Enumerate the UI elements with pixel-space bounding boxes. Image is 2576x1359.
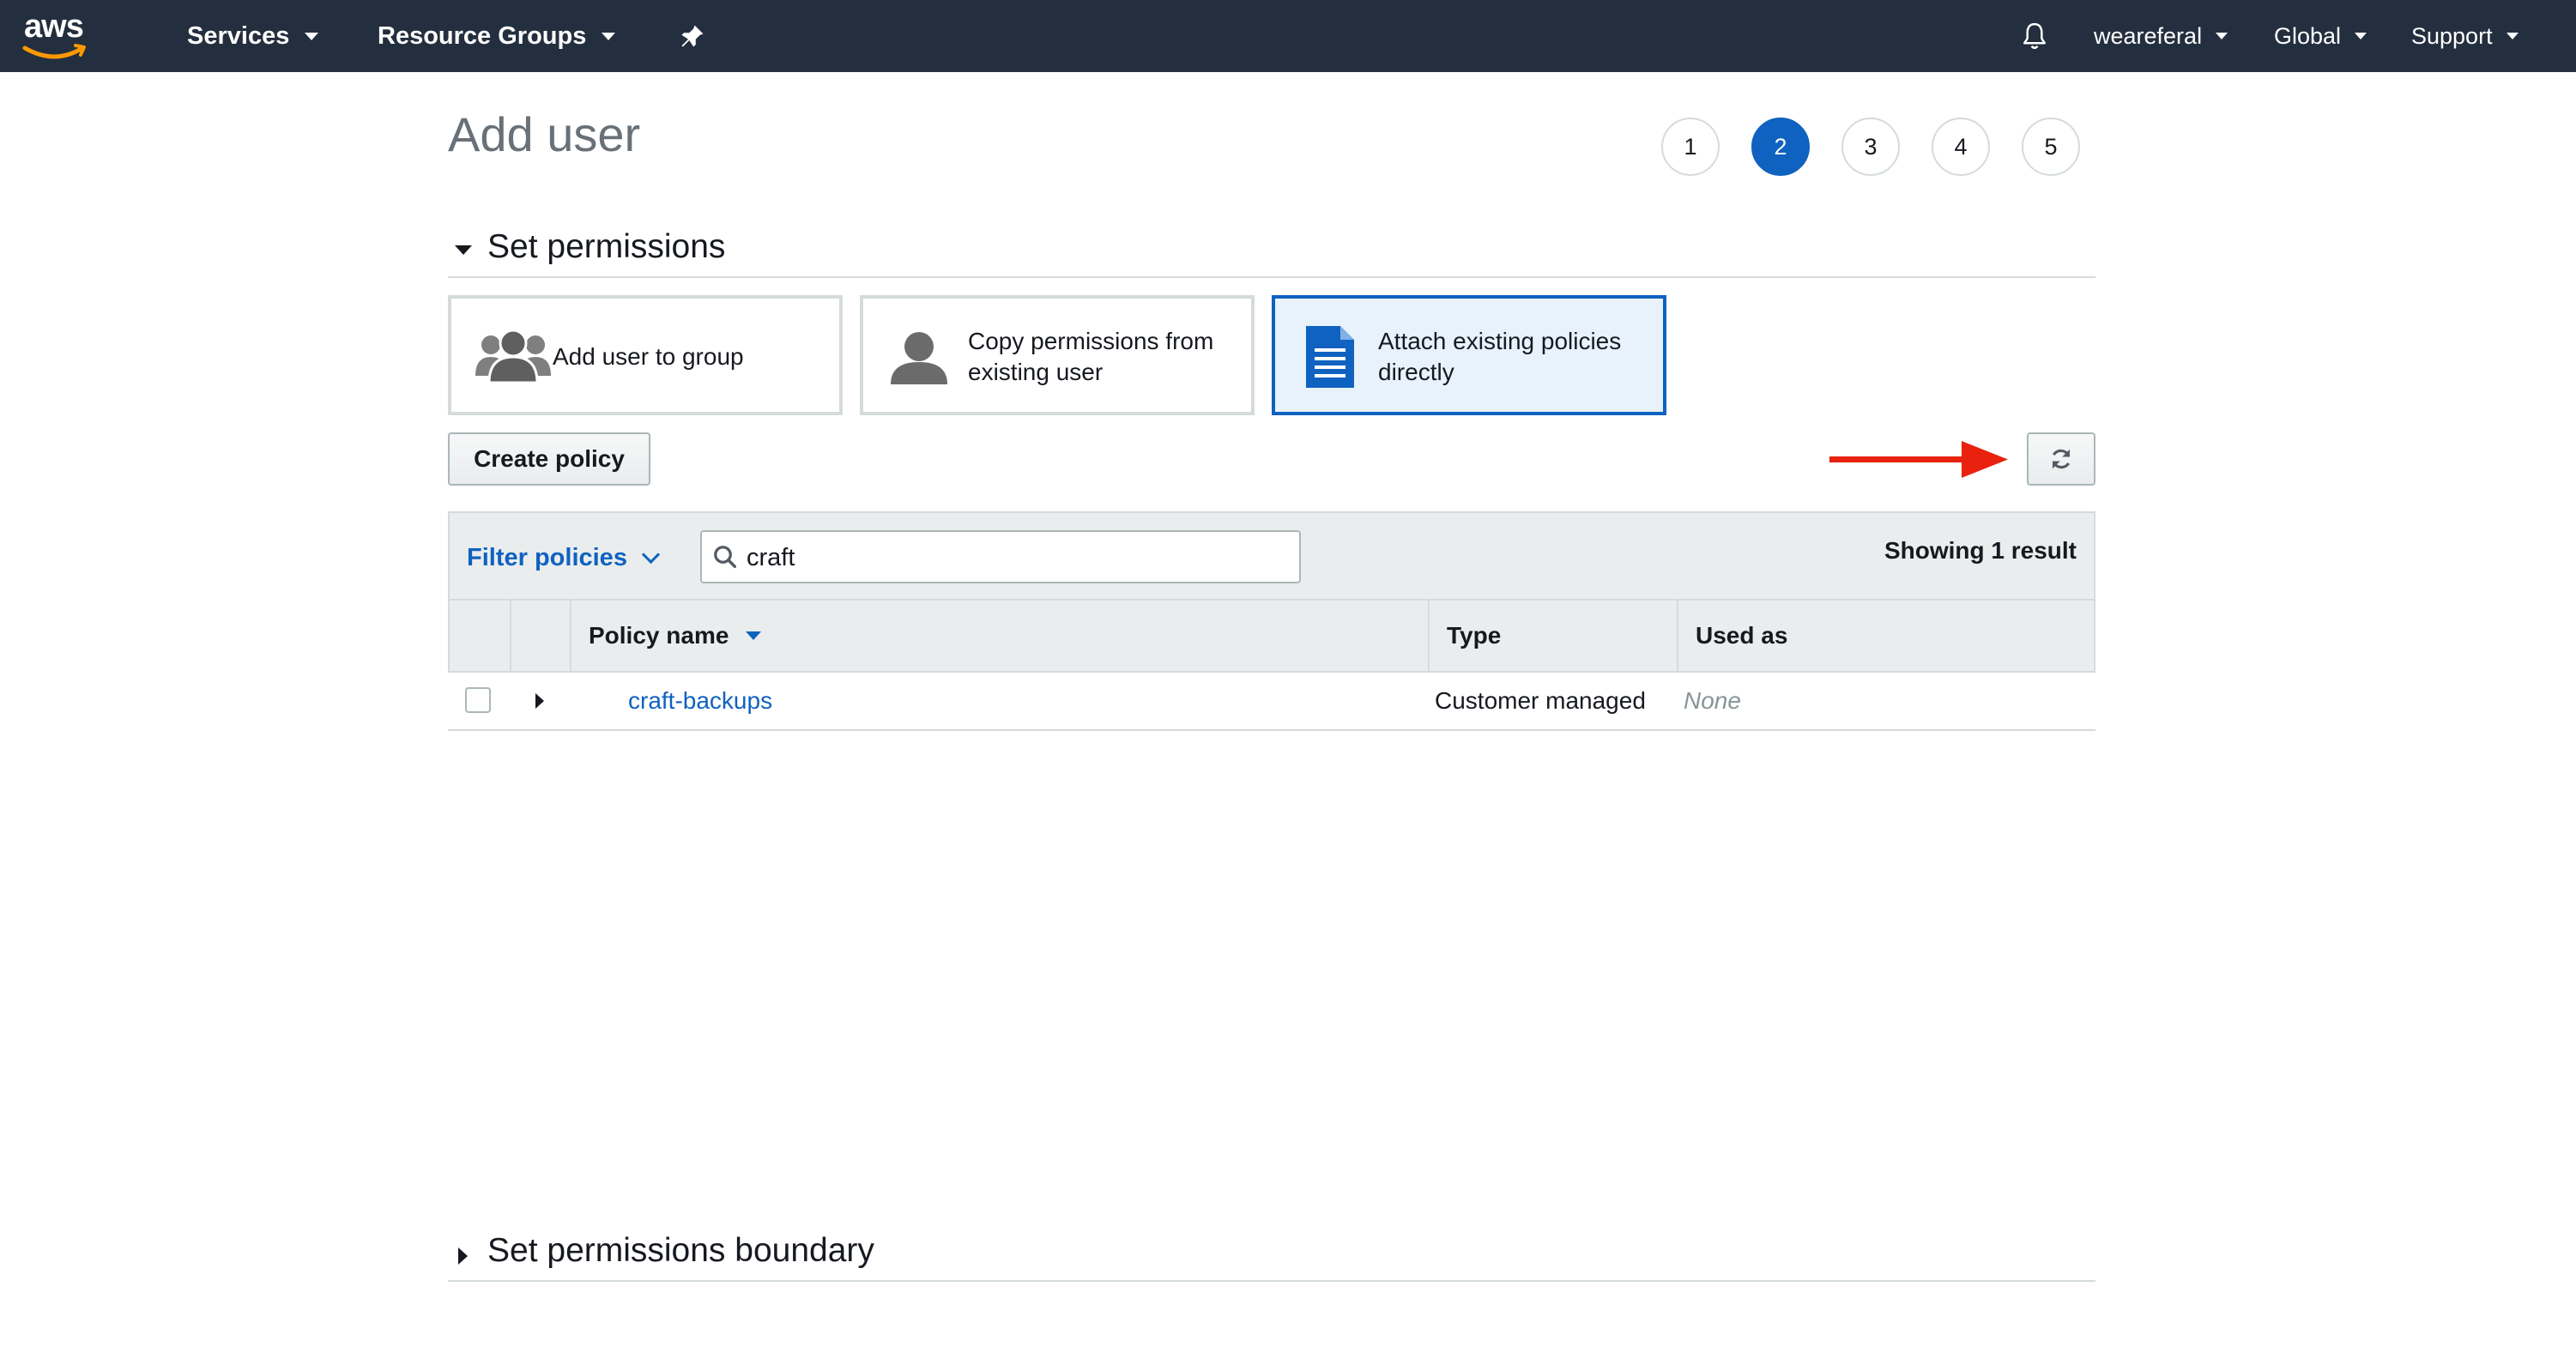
aws-logo[interactable]: aws xyxy=(22,9,100,63)
policy-search-box[interactable] xyxy=(700,530,1301,583)
policy-used-as: None xyxy=(1684,687,1741,714)
option-add-user-to-group-label: Add user to group xyxy=(553,343,744,370)
step-5[interactable]: 5 xyxy=(2022,118,2080,176)
caret-down-icon xyxy=(455,245,472,255)
column-header-type-label: Type xyxy=(1447,622,1502,649)
bell-icon xyxy=(2023,22,2047,50)
create-policy-label: Create policy xyxy=(474,445,625,472)
option-attach-policies-label-line2: directly xyxy=(1378,359,1454,385)
group-icon xyxy=(475,329,551,384)
services-label: Services xyxy=(187,21,290,50)
filter-policies-label: Filter policies xyxy=(467,544,627,571)
services-menu[interactable]: Services xyxy=(187,0,319,72)
set-permissions-title: Set permissions xyxy=(487,228,726,265)
create-policy-button[interactable]: Create policy xyxy=(448,432,650,486)
notifications-button[interactable] xyxy=(2020,0,2049,72)
filter-policies-dropdown[interactable]: Filter policies xyxy=(467,544,661,572)
resource-groups-label: Resource Groups xyxy=(378,21,587,50)
chevron-down-icon xyxy=(2216,33,2228,39)
chevron-down-icon xyxy=(2506,33,2519,39)
option-copy-permissions[interactable]: Copy permissions from existing user xyxy=(860,295,1255,415)
option-attach-policies-label-line1: Attach existing policies xyxy=(1378,328,1622,354)
row-checkbox[interactable] xyxy=(465,687,491,713)
option-copy-permissions-label-line1: Copy permissions from xyxy=(968,328,1214,354)
resource-groups-menu[interactable]: Resource Groups xyxy=(378,0,616,72)
step-1[interactable]: 1 xyxy=(1661,118,1720,176)
region-label: Global xyxy=(2274,22,2342,49)
step-2-active[interactable]: 2 xyxy=(1751,118,1810,176)
policy-table-header: Policy name Type Used as xyxy=(448,601,2095,673)
policy-name-link[interactable]: craft-backups xyxy=(628,687,772,715)
support-menu[interactable]: Support xyxy=(2411,0,2519,72)
chevron-down-icon xyxy=(2355,33,2367,39)
option-copy-permissions-label-line2: existing user xyxy=(968,359,1104,385)
expand-row-icon[interactable] xyxy=(535,693,544,709)
caret-right-icon xyxy=(458,1247,468,1265)
select-column-header xyxy=(450,601,511,671)
page-title: Add user xyxy=(448,107,641,161)
column-header-policy-name[interactable]: Policy name xyxy=(571,601,1430,671)
option-attach-existing-policies[interactable]: Attach existing policies directly xyxy=(1272,295,1666,415)
policy-search-input[interactable] xyxy=(745,539,1280,577)
pin-button[interactable] xyxy=(680,0,705,72)
chevron-down-icon xyxy=(305,32,319,40)
set-permissions-boundary-title: Set permissions boundary xyxy=(487,1232,874,1269)
aws-smile-icon xyxy=(22,44,86,59)
set-permissions-boundary-header[interactable]: Set permissions boundary xyxy=(448,1230,2095,1282)
chevron-down-icon xyxy=(602,32,616,40)
aws-logo-text: aws xyxy=(24,9,84,45)
option-add-user-to-group[interactable]: Add user to group xyxy=(448,295,843,415)
user-icon xyxy=(891,332,947,384)
search-icon xyxy=(714,546,736,568)
account-menu[interactable]: weareferal xyxy=(2094,0,2228,72)
step-3[interactable]: 3 xyxy=(1841,118,1900,176)
filter-bar: Filter policies Showing 1 result xyxy=(448,511,2095,601)
set-permissions-header[interactable]: Set permissions xyxy=(448,226,2095,278)
result-count: Showing 1 result xyxy=(1884,537,2077,564)
support-label: Support xyxy=(2411,22,2493,49)
pin-icon xyxy=(681,25,704,47)
region-menu[interactable]: Global xyxy=(2274,0,2367,72)
sort-descending-icon xyxy=(746,631,762,640)
column-header-policy-name-label: Policy name xyxy=(589,622,729,649)
table-row: craft-backups Customer managed None xyxy=(448,673,2095,731)
account-name: weareferal xyxy=(2094,22,2203,49)
top-navigation-bar: aws Services Resource Groups weareferal … xyxy=(0,0,2576,72)
step-4[interactable]: 4 xyxy=(1932,118,1990,176)
chevron-down-icon xyxy=(641,545,661,565)
expand-column-header xyxy=(511,601,571,671)
refresh-button[interactable] xyxy=(2027,432,2095,486)
column-header-type[interactable]: Type xyxy=(1430,601,1678,671)
column-header-used-as[interactable]: Used as xyxy=(1678,601,2094,671)
refresh-icon xyxy=(2052,449,2071,469)
annotation-arrow-icon xyxy=(1829,441,2008,478)
document-icon xyxy=(1306,326,1354,388)
policy-type: Customer managed xyxy=(1435,687,1646,714)
column-header-used-as-label: Used as xyxy=(1696,622,1788,649)
